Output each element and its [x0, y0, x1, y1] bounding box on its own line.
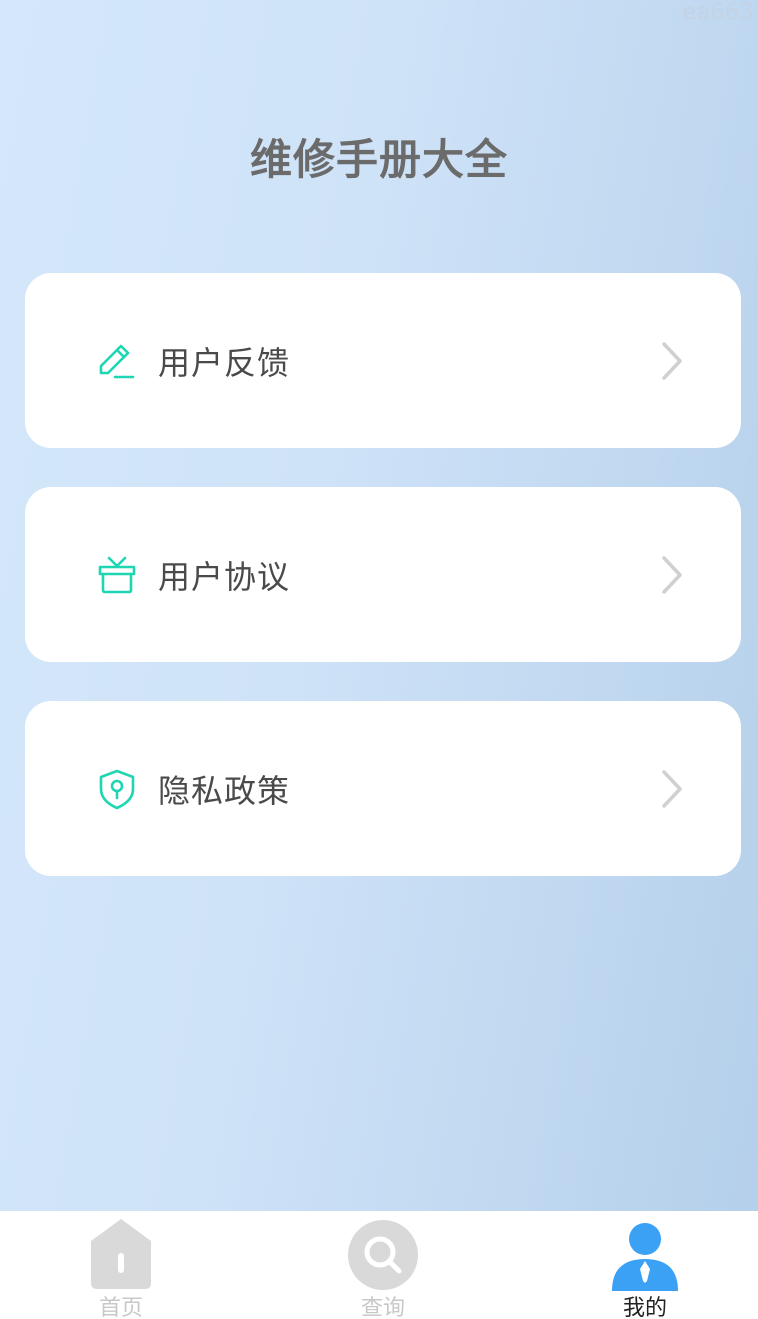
tab-search[interactable]: 查询 [308, 1211, 458, 1319]
tab-label: 首页 [98, 1296, 143, 1319]
bottom-tab-bar: 首页 查询 我的 [0, 1211, 758, 1319]
pencil-icon [95, 339, 139, 383]
tab-profile[interactable]: 我的 [570, 1211, 720, 1319]
menu-item-label: 用户反馈 [158, 343, 291, 382]
gift-box-icon [95, 553, 139, 597]
search-icon [347, 1219, 419, 1291]
chevron-right-icon [659, 340, 685, 382]
menu-item-feedback[interactable]: 用户反馈 [25, 273, 741, 448]
profile-icon [609, 1219, 681, 1291]
menu-item-label: 隐私政策 [158, 771, 291, 810]
shield-icon [95, 767, 139, 811]
tab-label: 查询 [360, 1296, 405, 1319]
menu-item-label: 用户协议 [158, 557, 291, 596]
menu-item-privacy-policy[interactable]: 隐私政策 [25, 701, 741, 876]
chevron-right-icon [659, 554, 685, 596]
home-icon [85, 1219, 157, 1291]
watermark: ea663 [682, 0, 754, 25]
menu-item-user-agreement[interactable]: 用户协议 [25, 487, 741, 662]
tab-label: 我的 [622, 1296, 667, 1319]
chevron-right-icon [659, 768, 685, 810]
page-title: 维修手册大全 [249, 135, 508, 184]
tab-home[interactable]: 首页 [46, 1211, 196, 1319]
